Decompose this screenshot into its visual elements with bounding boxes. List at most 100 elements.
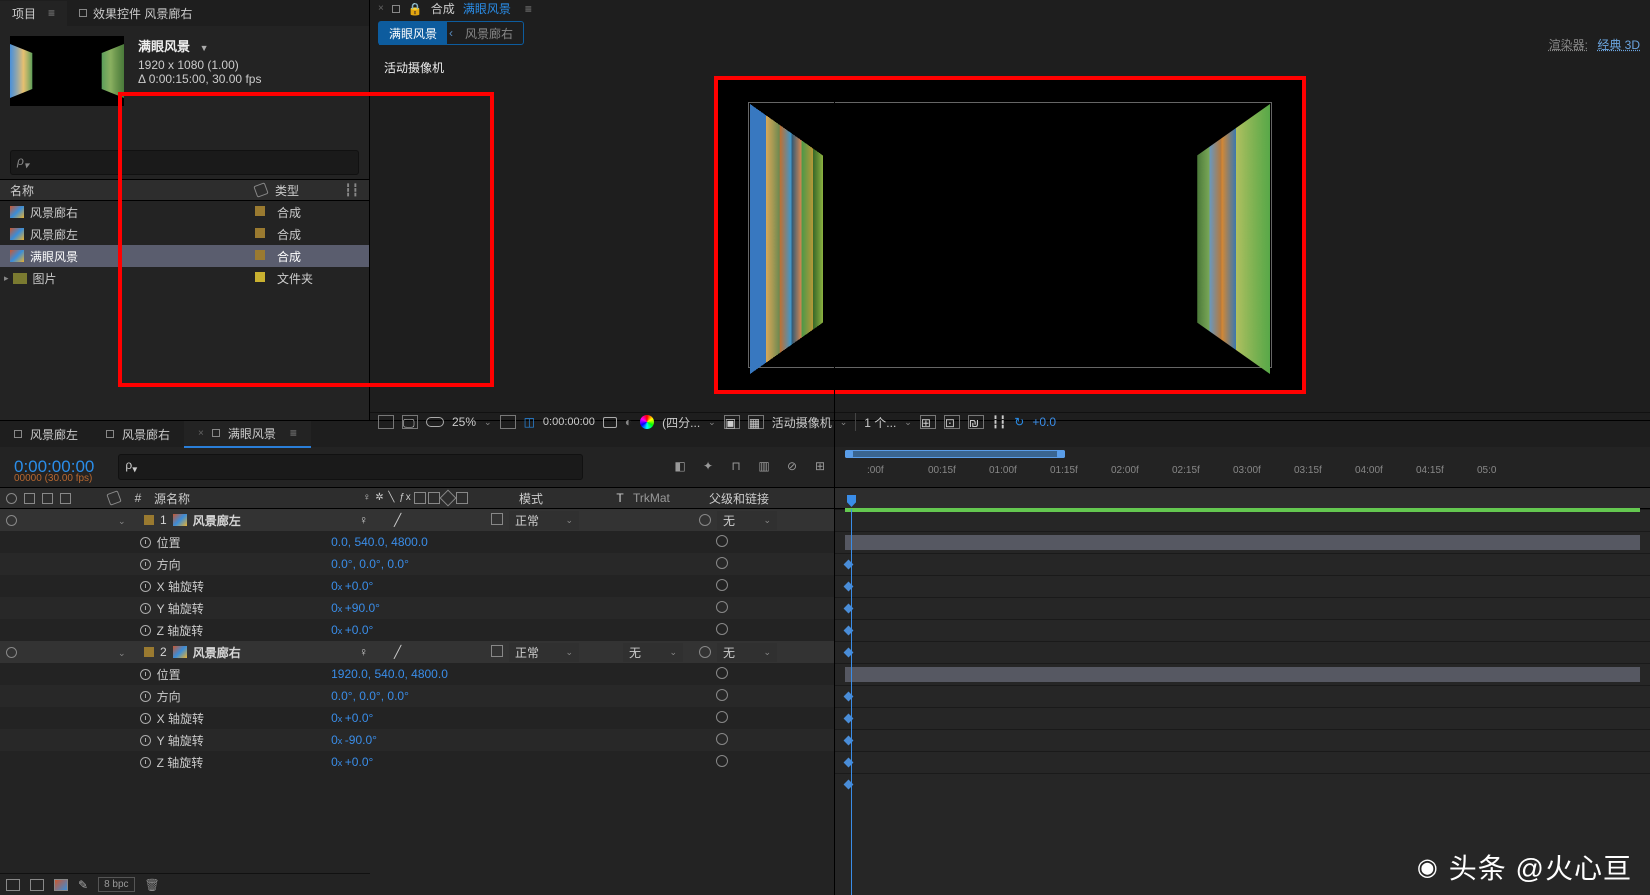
property-row[interactable]: 位置 0.0, 540.0, 4800.0 — [0, 531, 835, 553]
col-name[interactable]: 名称 — [10, 182, 255, 199]
new-comp-icon[interactable] — [54, 879, 68, 891]
property-track[interactable] — [835, 619, 1650, 641]
magnification-icon[interactable] — [378, 415, 394, 429]
graph-editor-icon[interactable]: ⊞ — [811, 457, 829, 475]
panel-menu-icon[interactable]: ≡ — [290, 426, 297, 440]
property-row[interactable]: Y 轴旋转 0x +90.0° — [0, 597, 835, 619]
timeline-tab[interactable]: × 满眼风景 ≡ — [184, 421, 311, 448]
breadcrumb-item[interactable]: 风景廊右 — [455, 22, 523, 45]
comp-title-dropdown-icon[interactable]: ▼ — [200, 43, 209, 53]
property-value[interactable]: 1920.0, 540.0, 4800.0 — [331, 667, 542, 681]
stopwatch-icon[interactable] — [140, 735, 151, 746]
new-folder-icon[interactable] — [30, 879, 44, 891]
property-track[interactable] — [835, 641, 1650, 663]
pickwhip-icon[interactable] — [716, 667, 728, 679]
label-col-icon[interactable] — [253, 183, 268, 198]
col-mode[interactable]: 模式 — [513, 490, 613, 507]
timeline-icon[interactable]: ₪ — [968, 415, 984, 429]
pickwhip-icon[interactable] — [716, 711, 728, 723]
pickwhip-icon[interactable] — [716, 755, 728, 767]
roi-icon[interactable]: ▣ — [724, 415, 740, 429]
timeline-tracks[interactable] — [835, 509, 1650, 895]
property-row[interactable]: Z 轴旋转 0x +0.0° — [0, 751, 835, 773]
current-time-indicator[interactable] — [851, 509, 852, 895]
stopwatch-icon[interactable] — [140, 537, 151, 548]
fast-preview-icon[interactable]: ⊡ — [944, 415, 960, 429]
chevron-down-icon[interactable]: ⌄ — [904, 417, 912, 428]
time-ruler[interactable]: :00f00:15f01:00f01:15f02:00f02:15f03:00f… — [845, 451, 1650, 469]
property-row[interactable]: 位置 1920.0, 540.0, 4800.0 — [0, 663, 835, 685]
blend-mode-dropdown[interactable]: 正常⌄ — [509, 643, 579, 662]
stopwatch-icon[interactable] — [140, 603, 151, 614]
exposure-reset-icon[interactable]: ↻ — [1014, 415, 1024, 429]
project-tab[interactable]: 项目 ≡ — [0, 1, 67, 26]
twirl-down-icon[interactable]: ⌄ — [118, 648, 126, 658]
exposure-value[interactable]: +0.0 — [1032, 415, 1056, 429]
stopwatch-icon[interactable] — [140, 559, 151, 570]
label-col-icon[interactable] — [106, 490, 121, 505]
pickwhip-icon[interactable] — [716, 733, 728, 745]
timeline-tab[interactable]: 风景廊右 — [92, 422, 184, 447]
trkmat-dropdown[interactable]: 无⌄ — [623, 643, 683, 662]
pickwhip-icon[interactable] — [716, 601, 728, 613]
comp-mini-flowchart-icon[interactable]: ◧ — [671, 457, 689, 475]
pickwhip-icon[interactable] — [716, 535, 728, 547]
parent-dropdown[interactable]: 无⌄ — [717, 511, 777, 530]
layer-header-row[interactable]: ⌄ 1 风景廊左 ♀╱ 正常⌄ 无⌄ — [0, 509, 835, 531]
draft-3d-icon[interactable]: ✦ — [699, 457, 717, 475]
safe-zones-icon[interactable]: ◫ — [524, 415, 535, 429]
project-item[interactable]: 满眼风景 合成 — [0, 245, 369, 267]
label-color[interactable] — [255, 228, 265, 238]
views-dropdown[interactable]: 1 个... — [864, 414, 896, 431]
stopwatch-icon[interactable] — [140, 581, 151, 592]
color-mgmt-icon[interactable] — [640, 415, 654, 429]
pickwhip-icon[interactable] — [716, 557, 728, 569]
frame-blend-icon[interactable]: ▥ — [755, 457, 773, 475]
property-row[interactable]: Y 轴旋转 0x -90.0° — [0, 729, 835, 751]
video-switch[interactable] — [6, 647, 17, 658]
lock-icon[interactable]: 🔒 — [408, 2, 423, 16]
motion-blur-icon[interactable]: ⊘ — [783, 457, 801, 475]
label-color[interactable] — [255, 250, 265, 260]
stopwatch-icon[interactable] — [140, 669, 151, 680]
trash-icon[interactable]: 🗑 — [145, 878, 160, 892]
transparency-grid-icon[interactable]: ▦ — [748, 415, 764, 429]
comp-viewer[interactable] — [714, 76, 1306, 394]
blend-mode-dropdown[interactable]: 正常⌄ — [509, 511, 579, 530]
property-value[interactable]: 0x +0.0° — [331, 711, 542, 725]
timeline-search-input[interactable]: ρ▾ — [118, 454, 583, 479]
lock-switch-col-icon[interactable] — [60, 493, 71, 504]
breadcrumb-item-active[interactable]: 满眼风景 — [379, 22, 447, 45]
chevron-down-icon[interactable]: ⌄ — [484, 417, 492, 428]
col-type[interactable]: 类型 — [275, 182, 299, 199]
project-item[interactable]: 风景廊左 合成 — [0, 223, 369, 245]
chevron-down-icon[interactable]: ⌄ — [708, 417, 716, 428]
shy-switch[interactable]: ♀ — [359, 513, 368, 527]
project-search-input[interactable]: ρ▾ — [10, 150, 359, 175]
renderer-selector[interactable]: 渲染器: 经典 3D — [1549, 36, 1640, 53]
bpc-toggle[interactable]: 8 bpc — [98, 877, 134, 892]
panel-menu-icon[interactable]: ≡ — [525, 2, 532, 16]
effect-controls-tab[interactable]: 效果控件 风景廊右 — [67, 1, 204, 26]
comp-thumbnail[interactable] — [10, 36, 124, 106]
col-parent[interactable]: 父级和链接 — [703, 490, 833, 507]
property-value[interactable]: 0.0°, 0.0°, 0.0° — [331, 557, 542, 571]
stopwatch-icon[interactable] — [140, 691, 151, 702]
viewer-timecode[interactable]: 0:00:00:00 — [543, 416, 595, 428]
tree-view-icon[interactable]: ┇┇ — [345, 183, 359, 197]
property-row[interactable]: 方向 0.0°, 0.0°, 0.0° — [0, 553, 835, 575]
property-track[interactable] — [835, 729, 1650, 751]
property-track[interactable] — [835, 773, 1650, 795]
pickwhip-icon[interactable] — [699, 514, 711, 526]
property-value[interactable]: 0.0, 540.0, 4800.0 — [331, 535, 542, 549]
property-track[interactable] — [835, 685, 1650, 707]
resolution-dropdown[interactable]: (四分... — [662, 414, 700, 431]
property-track[interactable] — [835, 553, 1650, 575]
active-camera-dropdown[interactable]: 活动摄像机 — [772, 414, 832, 431]
interpret-footage-icon[interactable] — [6, 879, 20, 891]
property-track[interactable] — [835, 575, 1650, 597]
zoom-value[interactable]: 25% — [452, 415, 476, 429]
pickwhip-icon[interactable] — [699, 646, 711, 658]
timeline-tab[interactable]: 风景廊左 — [0, 422, 92, 447]
label-color[interactable] — [255, 272, 265, 282]
